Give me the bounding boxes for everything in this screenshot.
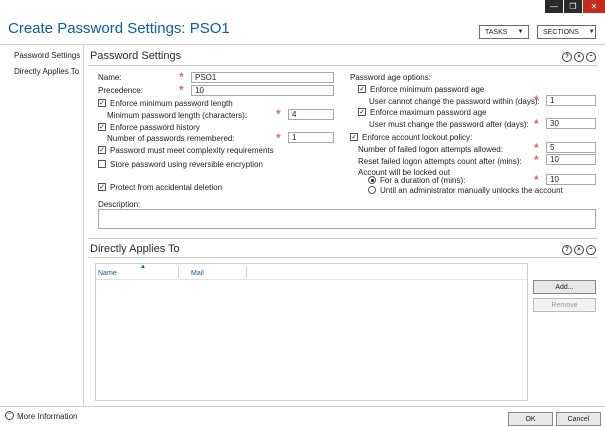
description-label: Description: [98, 200, 141, 209]
required-star: * [534, 173, 539, 187]
min-age-label: User cannot change the password within (… [369, 97, 540, 106]
required-star: * [179, 70, 184, 84]
duration-radio[interactable] [368, 176, 376, 184]
age-options-label: Password age options: [350, 73, 431, 82]
section-divider [88, 257, 598, 258]
required-star: * [534, 93, 539, 107]
ok-button[interactable]: OK [508, 412, 553, 426]
lockout-policy-label: Enforce account lockout policy: [362, 133, 473, 142]
enforce-min-age-checkbox[interactable]: ✓ [358, 85, 366, 93]
complexity-label: Password must meet complexity requiremen… [110, 146, 274, 155]
column-divider [178, 266, 179, 278]
reversible-encryption-checkbox[interactable] [98, 160, 106, 168]
required-star: * [534, 141, 539, 155]
cancel-button[interactable]: Cancel [556, 412, 601, 426]
reversible-encryption-label: Store password using reversible encrypti… [110, 160, 263, 169]
nav-item-password-settings[interactable]: Password Settings [14, 51, 80, 60]
min-length-label: Minimum password length (characters): [107, 111, 248, 120]
enforce-history-checkbox[interactable]: ✓ [98, 123, 106, 131]
enforce-min-length-label: Enforce minimum password length [110, 99, 233, 108]
name-label: Name: [98, 73, 122, 82]
protect-deletion-label: Protect from accidental deletion [110, 183, 223, 192]
tasks-button[interactable]: TASKS ▼ [479, 25, 529, 39]
enforce-max-age-label: Enforce maximum password age [370, 108, 487, 117]
required-star: * [276, 107, 281, 121]
close-section-icon[interactable]: × [574, 52, 584, 62]
page-title: Create Password Settings: PSO1 [8, 20, 230, 37]
collapse-icon[interactable]: ⌃ [586, 52, 596, 62]
collapse-icon[interactable]: ⌃ [586, 245, 596, 255]
enforce-min-length-checkbox[interactable]: ✓ [98, 99, 106, 107]
enforce-history-label: Enforce password history [110, 123, 200, 132]
complexity-checkbox[interactable]: ✓ [98, 146, 106, 154]
duration-field[interactable]: 10 [546, 174, 596, 185]
close-window-icon[interactable]: ✕ [583, 0, 605, 13]
lockout-policy-checkbox[interactable]: ✓ [350, 133, 358, 141]
required-star: * [179, 83, 184, 97]
directly-applies-to-title: Directly Applies To [90, 243, 180, 255]
name-field[interactable]: PSO1 [191, 72, 334, 83]
minimize-icon[interactable]: — [545, 0, 563, 13]
column-header-mail[interactable]: Mail [191, 270, 204, 277]
history-field[interactable]: 1 [288, 132, 334, 143]
chevron-down-icon: ▼ [588, 29, 595, 35]
add-button[interactable]: Add... [533, 280, 596, 294]
reset-count-label: Reset failed logon attempts count after … [358, 157, 522, 166]
reset-count-field[interactable]: 10 [546, 154, 596, 165]
enforce-max-age-checkbox[interactable]: ✓ [358, 108, 366, 116]
header-divider [0, 44, 605, 45]
nav-divider [83, 44, 84, 406]
enforce-min-age-label: Enforce minimum password age [370, 85, 485, 94]
restore-icon[interactable]: ❐ [564, 0, 582, 13]
failed-attempts-field[interactable]: 5 [546, 142, 596, 153]
max-age-label: User must change the password after (day… [369, 120, 529, 129]
max-age-field[interactable]: 30 [546, 118, 596, 129]
window-controls: — ❐ ✕ [544, 0, 605, 14]
help-icon[interactable]: ? [562, 245, 572, 255]
min-age-field[interactable]: 1 [546, 95, 596, 106]
section-icons: ? × ⌃ [562, 245, 596, 255]
required-star: * [276, 131, 281, 145]
sections-button[interactable]: SECTIONS ▼ [537, 25, 596, 39]
section-icons: ? × ⌃ [562, 52, 596, 62]
column-header-name[interactable]: Name [98, 270, 117, 277]
duration-label: For a duration of (mins): [380, 176, 466, 185]
description-field[interactable] [98, 209, 596, 229]
precedence-label: Precedence: [98, 86, 143, 95]
more-information-link[interactable]: More Information [17, 412, 77, 421]
remove-button[interactable]: Remove [533, 298, 596, 312]
footer-divider [0, 406, 605, 407]
chevron-down-icon: ▼ [517, 29, 524, 35]
section-divider [88, 238, 598, 239]
sections-label: SECTIONS [543, 28, 579, 36]
min-length-field[interactable]: 4 [288, 109, 334, 120]
protect-deletion-checkbox[interactable]: ✓ [98, 183, 106, 191]
close-section-icon[interactable]: × [574, 245, 584, 255]
history-label: Number of passwords remembered: [107, 134, 235, 143]
required-star: * [534, 117, 539, 131]
until-admin-label: Until an administrator manually unlocks … [380, 186, 563, 195]
section-divider [88, 65, 598, 66]
grid-header-divider [96, 279, 527, 280]
chevron-up-icon[interactable]: ⌃ [5, 411, 14, 420]
column-divider [246, 266, 247, 278]
sort-ascending-icon: ▲ [140, 264, 146, 270]
nav-item-directly-applies-to[interactable]: Directly Applies To [14, 67, 79, 76]
tasks-label: TASKS [485, 28, 508, 36]
help-icon[interactable]: ? [562, 52, 572, 62]
applies-to-grid[interactable] [95, 263, 528, 401]
password-settings-title: Password Settings [90, 50, 182, 62]
until-admin-radio[interactable] [368, 186, 376, 194]
precedence-field[interactable]: 10 [191, 85, 334, 96]
required-star: * [534, 153, 539, 167]
failed-attempts-label: Number of failed logon attempts allowed: [358, 145, 503, 154]
